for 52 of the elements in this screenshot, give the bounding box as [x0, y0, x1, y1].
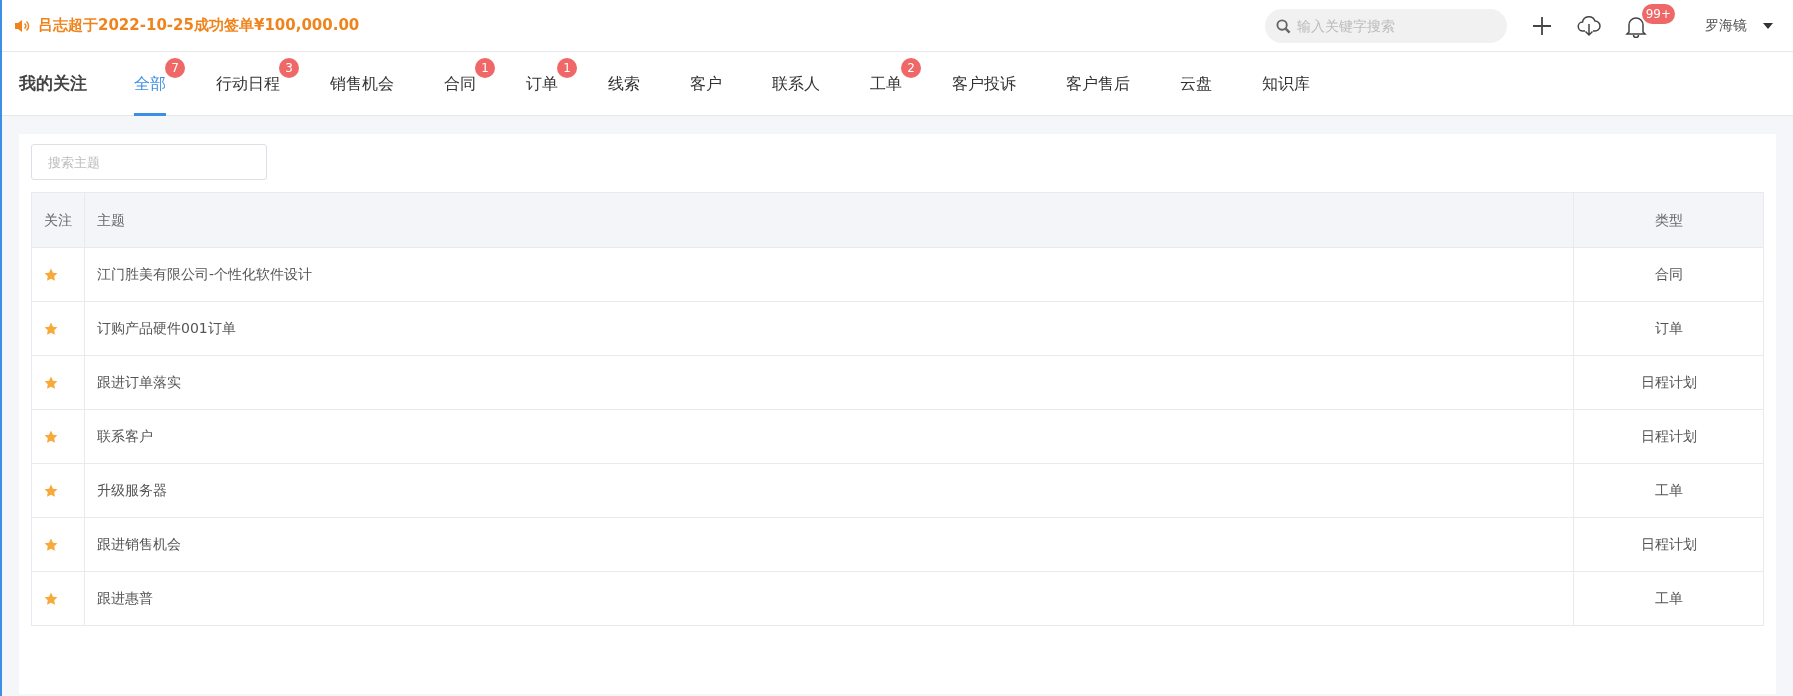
search-icon	[1276, 18, 1291, 34]
tab[interactable]: 联系人	[747, 51, 845, 116]
count-badge: 1	[475, 57, 495, 78]
column-header: 类型	[1573, 192, 1764, 248]
column-header: 关注	[31, 192, 85, 248]
table-cell: 合同	[1573, 247, 1764, 302]
table-cell: 订购产品硬件001订单	[84, 301, 1574, 356]
table-cell: 日程计划	[1573, 355, 1764, 410]
speaker-icon	[14, 17, 30, 34]
count-badge: 7	[165, 57, 185, 78]
tab[interactable]: 行动日程 3	[191, 51, 305, 116]
star-icon[interactable]	[44, 591, 58, 606]
tab[interactable]: 客户售后	[1041, 51, 1155, 116]
cloud-download-icon[interactable]	[1577, 14, 1601, 37]
column-header: 主题	[84, 192, 1574, 248]
tab[interactable]: 客户投诉	[927, 51, 1041, 116]
tab[interactable]: 合同 1	[419, 51, 501, 116]
table-cell: 订单	[1573, 301, 1764, 356]
caret-icon	[1763, 22, 1773, 29]
star-icon[interactable]	[44, 429, 58, 444]
star-icon[interactable]	[44, 375, 58, 390]
table-cell: 跟进惠普	[84, 571, 1574, 626]
count-badge: 1	[557, 57, 577, 78]
star-icon[interactable]	[44, 483, 58, 498]
tab[interactable]: 知识库	[1237, 51, 1335, 116]
add-icon[interactable]	[1531, 14, 1553, 37]
tab[interactable]: 线索	[583, 51, 665, 116]
tab[interactable]: 全部 7	[109, 51, 191, 116]
star-icon[interactable]	[44, 321, 58, 336]
user-menu[interactable]: 罗海镜	[1705, 15, 1773, 36]
tab[interactable]: 订单 1	[501, 51, 583, 116]
notification-badge: 99+	[1641, 3, 1675, 24]
table-cell: 联系客户	[84, 409, 1574, 464]
table-cell: 跟进订单落实	[84, 355, 1574, 410]
page-title: 我的关注	[19, 71, 87, 95]
tab[interactable]: 客户	[665, 51, 747, 116]
table-cell: 工单	[1573, 571, 1764, 626]
table-cell: 工单	[1573, 463, 1764, 518]
table-cell: 日程计划	[1573, 517, 1764, 572]
star-icon[interactable]	[44, 537, 58, 552]
tab[interactable]: 销售机会	[305, 51, 419, 116]
search-field[interactable]: 搜索主题	[31, 144, 267, 180]
tab[interactable]: 云盘	[1155, 51, 1237, 116]
table-cell: 升级服务器	[84, 463, 1574, 518]
count-badge: 2	[901, 57, 921, 78]
tab[interactable]: 工单 2	[845, 51, 927, 116]
count-badge: 3	[279, 57, 299, 78]
table-cell: 跟进销售机会	[84, 517, 1574, 572]
star-icon[interactable]	[44, 267, 58, 282]
table-cell: 日程计划	[1573, 409, 1764, 464]
announcement-text: 吕志超于2022-10-25成功签单¥100,000.00	[38, 15, 360, 37]
table-cell: 江门胜美有限公司-个性化软件设计	[84, 247, 1574, 302]
